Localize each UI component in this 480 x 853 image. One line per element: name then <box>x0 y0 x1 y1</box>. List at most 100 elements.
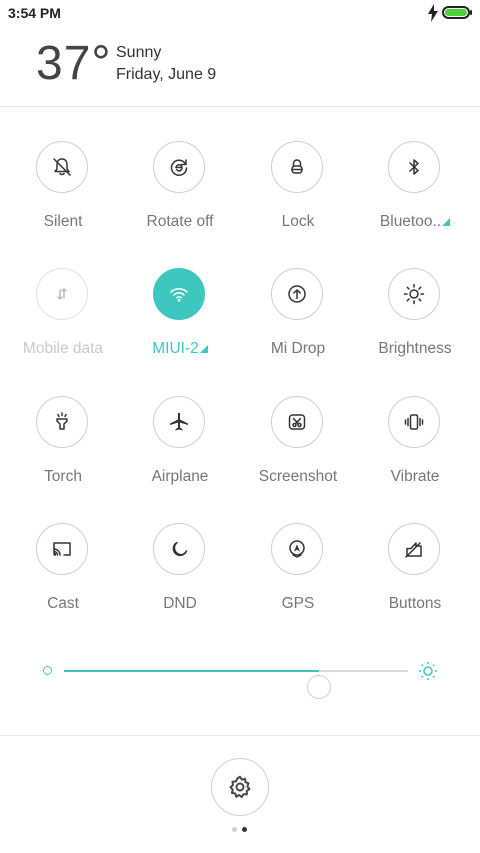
bluetooth-icon <box>409 159 419 175</box>
toggle-cast[interactable]: Cast <box>4 523 122 633</box>
page-dot-2[interactable] <box>242 827 247 832</box>
page-indicator <box>232 827 252 833</box>
toggle-label-text: Airplane <box>151 468 209 485</box>
lock-button[interactable] <box>271 141 323 193</box>
toggle-label: Lock <box>239 213 357 231</box>
toggle-label: Torch <box>4 468 122 486</box>
wifi-icon <box>170 288 188 302</box>
rotate-lock-icon <box>170 159 188 176</box>
gear-icon <box>229 775 251 799</box>
weather-date: Friday, June 9 <box>116 66 217 83</box>
toggle-label: Bluetoo.. <box>356 213 474 231</box>
toggle-label-text: Brightness <box>378 340 452 357</box>
status-bar: 3:54 PM <box>0 0 480 28</box>
toggle-airplane[interactable]: Airplane <box>121 396 239 506</box>
airplane-button[interactable] <box>153 396 205 448</box>
bluetooth-button[interactable] <box>388 141 440 193</box>
weather-condition: Sunny <box>116 44 162 61</box>
toggle-label-text: Lock <box>281 213 315 230</box>
toggle-label: Rotate off <box>121 213 239 231</box>
torch-icon <box>56 412 68 430</box>
toggle-vibrate[interactable]: Vibrate <box>356 396 474 506</box>
temperature: 37° <box>36 37 112 90</box>
screenshot-button[interactable] <box>271 396 323 448</box>
buttons-button[interactable] <box>388 523 440 575</box>
toggle-label: Mobile data <box>4 340 122 358</box>
toggle-label: GPS <box>239 595 357 613</box>
toggle-gps[interactable]: GPS <box>239 523 357 633</box>
expand-corner-icon <box>442 218 451 226</box>
toggle-label: Silent <box>4 213 122 231</box>
cast-icon <box>53 542 71 556</box>
toggle-label: Buttons <box>356 595 474 613</box>
toggle-label-text: Mi Drop <box>270 340 326 357</box>
buttons-icon <box>405 542 422 558</box>
vibrate-button[interactable] <box>388 396 440 448</box>
toggle-mobile-data[interactable]: Mobile data <box>4 268 122 378</box>
bell-off-button[interactable] <box>36 141 88 193</box>
battery-level <box>445 9 467 16</box>
toggle-label-text: GPS <box>281 595 315 612</box>
toggle-label-text: Screenshot <box>258 468 338 485</box>
toggle-buttons[interactable]: Buttons <box>356 523 474 633</box>
brightness-slider[interactable] <box>38 654 448 699</box>
toggle-miui-2[interactable]: MIUI-2 <box>121 268 239 378</box>
settings-button[interactable] <box>211 758 269 816</box>
toggle-label: Airplane <box>121 468 239 486</box>
lock-icon <box>291 159 303 174</box>
toggle-label: Screenshot <box>239 468 357 486</box>
gps-button[interactable] <box>271 523 323 575</box>
page-dot-1[interactable] <box>232 827 237 832</box>
bell-off-icon <box>53 158 71 176</box>
toggle-label-text: Cast <box>47 595 79 612</box>
toggle-rotate-off[interactable]: Rotate off <box>121 141 239 251</box>
wifi-button[interactable] <box>153 268 205 320</box>
slider-track[interactable] <box>64 670 408 699</box>
toggle-label-text: MIUI-2 <box>152 340 199 357</box>
moon-button[interactable] <box>153 523 205 575</box>
brightness-button[interactable] <box>388 268 440 320</box>
mi-drop-button[interactable] <box>271 268 323 320</box>
mi-drop-icon <box>288 285 306 303</box>
slider-thumb[interactable] <box>306 675 331 699</box>
toggle-lock[interactable]: Lock <box>239 141 357 251</box>
brightness-low-icon <box>43 666 52 675</box>
toggle-label-text: Mobile data <box>22 340 104 357</box>
battery-tip <box>470 10 472 15</box>
toggle-label-text: Buttons <box>388 595 442 612</box>
toggle-dnd[interactable]: DND <box>121 523 239 633</box>
toggle-label: DND <box>121 595 239 613</box>
gps-icon <box>289 540 305 558</box>
mobile-data-icon <box>57 288 67 300</box>
charging-bolt-icon <box>428 4 438 22</box>
toggle-screenshot[interactable]: Screenshot <box>239 396 357 506</box>
toggle-bluetoo[interactable]: Bluetoo.. <box>356 141 474 251</box>
toggle-label: Cast <box>4 595 122 613</box>
toggle-label: Brightness <box>356 340 474 358</box>
screenshot-icon <box>288 414 306 430</box>
moon-icon <box>172 541 188 557</box>
bottom-divider <box>0 735 480 736</box>
toggle-label: Mi Drop <box>239 340 357 358</box>
toggle-torch[interactable]: Torch <box>4 396 122 506</box>
torch-button[interactable] <box>36 396 88 448</box>
brightness-icon <box>403 283 425 305</box>
top-divider <box>0 106 480 107</box>
rotate-lock-button[interactable] <box>153 141 205 193</box>
cast-button[interactable] <box>36 523 88 575</box>
toggle-label-text: Bluetoo.. <box>379 213 442 230</box>
toggle-label-text: DND <box>163 595 197 612</box>
expand-corner-icon <box>199 345 208 353</box>
toggle-label-text: Rotate off <box>146 213 214 230</box>
toggle-silent[interactable]: Silent <box>4 141 122 251</box>
airplane-icon <box>170 413 188 431</box>
vibrate-icon <box>404 414 424 430</box>
toggle-label: MIUI-2 <box>121 340 239 358</box>
mobile-data-button[interactable] <box>36 268 88 320</box>
toggle-label-text: Silent <box>43 213 83 230</box>
brightness-high-icon <box>419 662 437 680</box>
toggle-mi-drop[interactable]: Mi Drop <box>239 268 357 378</box>
toggle-label: Vibrate <box>356 468 474 486</box>
battery-icon <box>442 6 470 19</box>
toggle-brightness[interactable]: Brightness <box>356 268 474 378</box>
